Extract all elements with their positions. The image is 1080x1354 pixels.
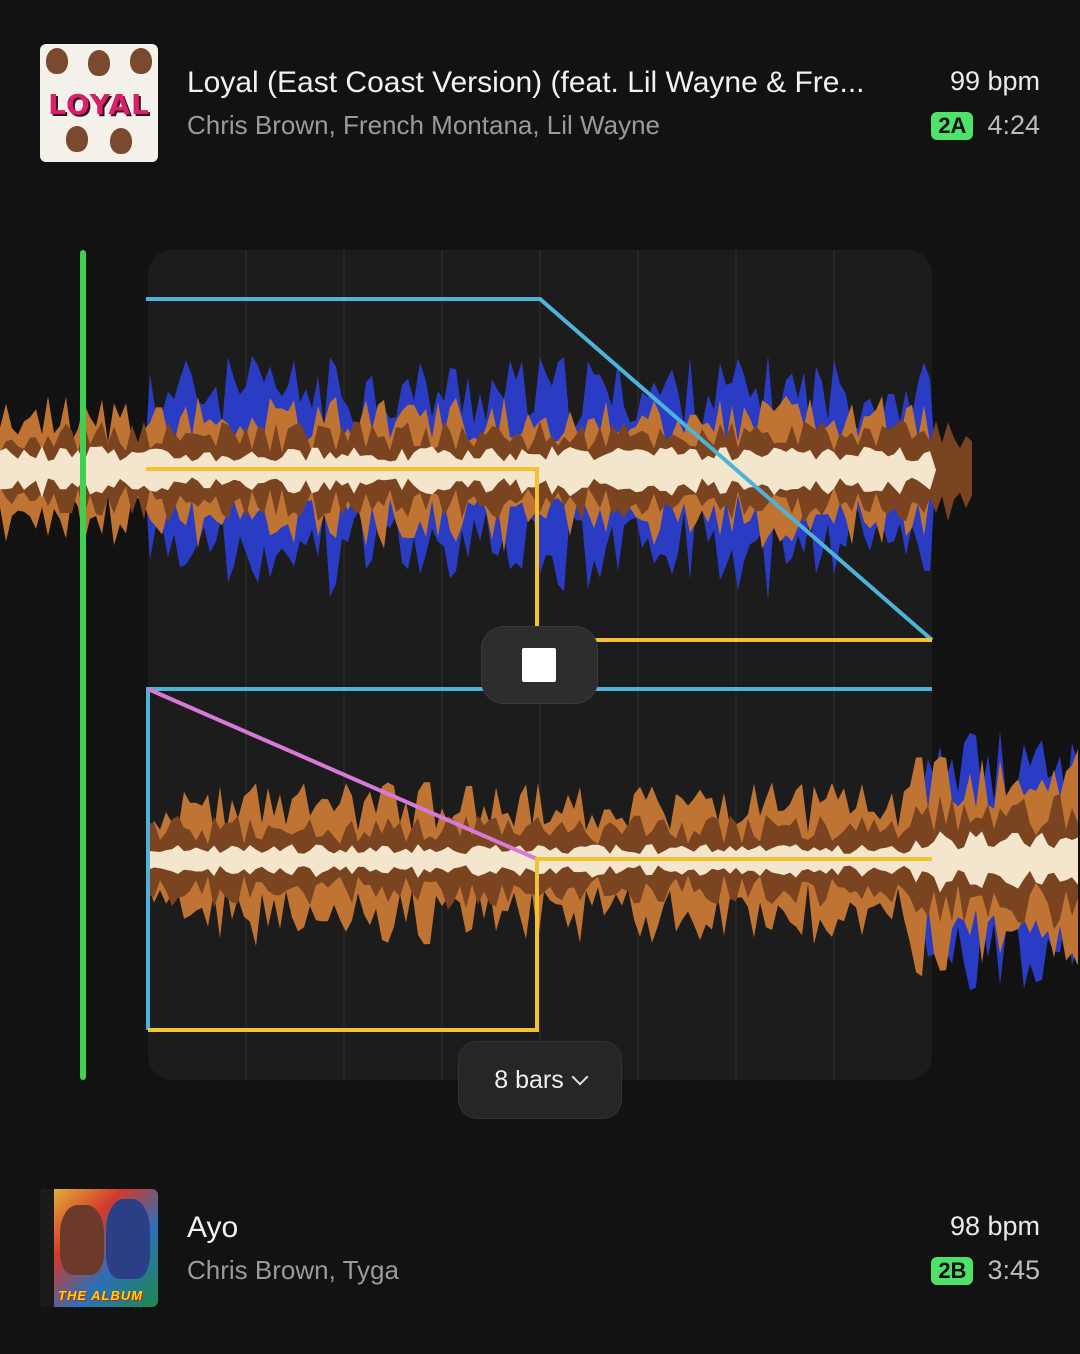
deck-a-bpm: 99 bpm — [949, 66, 1040, 96]
art-person — [60, 1205, 104, 1275]
art-face — [88, 50, 110, 76]
deck-b-bpm: 98 bpm — [949, 1211, 1040, 1241]
art-face — [66, 126, 88, 152]
art-face — [110, 128, 132, 154]
deck-a-title: Loyal (East Coast Version) (feat. Lil Wa… — [187, 66, 865, 99]
deck-a-art-logo: LOYAL — [48, 88, 150, 121]
transition-editor[interactable]: 8 bars — [0, 240, 1080, 1140]
deck-a-album-art: LOYAL — [40, 44, 158, 162]
deck-a-key-badge: 2A — [931, 111, 974, 140]
stop-icon — [522, 648, 556, 682]
art-face — [46, 48, 68, 74]
playhead-marker[interactable] — [80, 250, 86, 1080]
transition-length-dropdown[interactable]: 8 bars — [459, 1042, 621, 1118]
art-face — [130, 48, 152, 74]
chevron-down-icon — [571, 1068, 589, 1086]
transition-length-label: 8 bars — [494, 1065, 564, 1094]
deck-b-duration: 3:45 — [987, 1255, 1040, 1285]
art-person — [106, 1199, 150, 1279]
deck-b-album-art: THE ALBUM — [40, 1189, 158, 1307]
deck-a-artist: Chris Brown, French Montana, Lil Wayne — [187, 110, 661, 140]
deck-b-track-info[interactable]: THE ALBUM Ayo Chris Brown, Tyga 98 bpm 2… — [40, 1189, 1040, 1307]
deck-a-duration: 4:24 — [987, 110, 1040, 140]
deck-b-artist: Chris Brown, Tyga — [187, 1255, 399, 1285]
deck-a-track-info[interactable]: LOYAL Loyal (East Coast Version) (feat. … — [40, 44, 1040, 162]
deck-a-meta: 2A 4:24 — [931, 110, 1040, 141]
deck-b-key-badge: 2B — [931, 1256, 974, 1285]
deck-b-art-text: THE ALBUM — [58, 1288, 144, 1303]
deck-b-meta: 2B 3:45 — [931, 1255, 1040, 1286]
stop-button[interactable] — [482, 627, 597, 703]
art-strip — [40, 1189, 54, 1307]
deck-b-title: Ayo — [187, 1211, 239, 1244]
